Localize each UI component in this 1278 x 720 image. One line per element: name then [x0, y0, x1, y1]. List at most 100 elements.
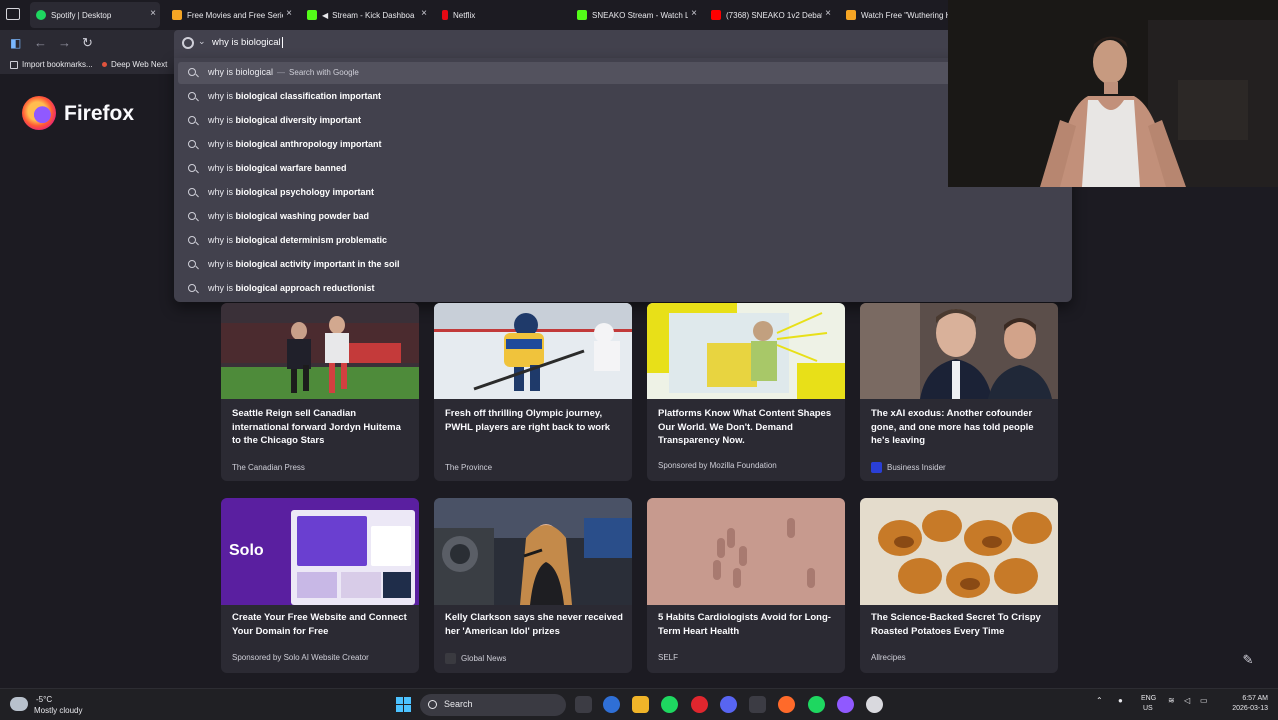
suggestion-completion: biological diversity important: [235, 115, 362, 125]
suggestion-item[interactable]: why is biological classification importa…: [178, 86, 1068, 108]
taskbar: -5°C Mostly cloudy Search ⌃ ● ENG US ≋ ◁…: [0, 688, 1278, 720]
tab-wuthering[interactable]: Watch Free "Wuthering H: [840, 2, 950, 28]
chrome-icon[interactable]: [866, 696, 883, 713]
business-insider-icon: [871, 462, 882, 473]
firefox-taskbar-icon[interactable]: [778, 696, 795, 713]
windows-start-icon[interactable]: [396, 697, 411, 712]
close-icon[interactable]: ×: [286, 9, 292, 19]
tab-list-icon[interactable]: [6, 8, 20, 20]
story-card[interactable]: The xAI exodus: Another cofounder gone, …: [860, 303, 1058, 481]
search-icon: [188, 236, 196, 244]
opera-icon[interactable]: [691, 696, 708, 713]
close-icon[interactable]: ×: [150, 9, 156, 19]
chevron-down-icon[interactable]: ⌄: [198, 36, 206, 47]
search-icon: [188, 212, 196, 220]
suggestion-text: why is biological: [208, 67, 274, 77]
volume-icon[interactable]: ◁: [1184, 696, 1190, 705]
story-source: Global News: [461, 654, 507, 663]
obs-icon[interactable]: [749, 696, 766, 713]
story-title[interactable]: Fresh off thrilling Olympic journey, PWH…: [445, 407, 623, 434]
bookmark-label: Import bookmarks...: [22, 60, 93, 69]
suggestion-item[interactable]: why is biological warfare banned: [178, 158, 1068, 180]
pills-photo: [647, 498, 845, 605]
task-view-icon[interactable]: [575, 696, 592, 713]
url-bar[interactable]: ⌄ why is biological: [174, 30, 1072, 58]
language-region[interactable]: US: [1143, 705, 1153, 712]
reload-icon[interactable]: ↻: [82, 36, 93, 50]
webcam-overlay: [948, 0, 1278, 187]
tab-netflix[interactable]: Netflix: [436, 2, 566, 28]
clock-date[interactable]: 2026-03-13: [1222, 705, 1268, 712]
solo-ad: Solo: [221, 498, 419, 605]
suggestion-item[interactable]: why is biological — Search with Google: [178, 62, 1068, 84]
discord-icon[interactable]: [720, 696, 737, 713]
language-code[interactable]: ENG: [1141, 695, 1156, 702]
copilot-icon[interactable]: [603, 696, 620, 713]
story-card[interactable]: 5 Habits Cardiologists Avoid for Long-Te…: [647, 498, 845, 673]
story-card[interactable]: Fresh off thrilling Olympic journey, PWH…: [434, 303, 632, 481]
story-title[interactable]: Platforms Know What Content Shapes Our W…: [658, 407, 836, 448]
back-icon[interactable]: ←: [34, 36, 47, 50]
battery-icon[interactable]: ▭: [1200, 696, 1208, 705]
story-source: The Canadian Press: [232, 463, 305, 472]
sidebar-icon[interactable]: ◧: [10, 36, 21, 50]
clock-time[interactable]: 6:57 AM: [1232, 695, 1268, 702]
close-icon[interactable]: ×: [421, 9, 427, 19]
suggestion-item[interactable]: why is biological anthropology important: [178, 134, 1068, 156]
tab-spotify[interactable]: Spotify | Desktop ×: [30, 2, 160, 28]
forward-icon[interactable]: →: [58, 36, 71, 50]
suggestion-prefix: why is: [208, 187, 236, 197]
story-title[interactable]: The xAI exodus: Another cofounder gone, …: [871, 407, 1049, 448]
search-icon: [188, 164, 196, 172]
suggestion-item[interactable]: why is biological diversity important: [178, 110, 1068, 132]
chevron-up-icon[interactable]: ⌃: [1096, 696, 1103, 705]
story-card[interactable]: Kelly Clarkson says she never received h…: [434, 498, 632, 673]
suggestion-separator: —: [277, 68, 286, 77]
story-card[interactable]: Seattle Reign sell Canadian internationa…: [221, 303, 419, 481]
story-title[interactable]: The Science-Backed Secret To Crispy Roas…: [871, 611, 1049, 638]
story-title[interactable]: 5 Habits Cardiologists Avoid for Long-Te…: [658, 611, 836, 638]
soccer-photo: [221, 303, 419, 399]
story-card[interactable]: The Science-Backed Secret To Crispy Roas…: [860, 498, 1058, 673]
bookmark-import[interactable]: Import bookmarks...: [10, 60, 93, 69]
suggestion-completion: biological anthropology important: [235, 139, 382, 149]
search-engine-icon[interactable]: [182, 37, 194, 49]
kick-icon: [307, 10, 317, 20]
speaker-icon[interactable]: ◀: [322, 11, 328, 20]
suggestion-completion: biological warfare banned: [235, 163, 347, 173]
suggestion-item[interactable]: why is biological approach reductionist: [178, 278, 1068, 300]
tab-youtube[interactable]: (7368) SNEAKO 1v2 Debat ×: [705, 2, 835, 28]
story-title[interactable]: Create Your Free Website and Connect You…: [232, 611, 410, 638]
app-purple-icon[interactable]: [837, 696, 854, 713]
suggestion-item[interactable]: why is biological washing powder bad: [178, 206, 1068, 228]
story-source: Sponsored by Solo AI Website Creator: [232, 653, 369, 662]
close-icon[interactable]: ×: [825, 9, 831, 19]
taskbar-search-label: Search: [444, 699, 473, 709]
story-title[interactable]: Seattle Reign sell Canadian internationa…: [232, 407, 410, 448]
tab-label: Netflix: [453, 10, 476, 20]
story-title[interactable]: Kelly Clarkson says she never received h…: [445, 611, 623, 638]
tab-kick-dashboard[interactable]: ◀ Stream - Kick Dashboa ×: [301, 2, 431, 28]
solo-logo-text: Solo: [229, 542, 264, 559]
tab-sneako-stream[interactable]: SNEAKO Stream - Watch Li ×: [571, 2, 701, 28]
suggestion-item[interactable]: why is biological activity important in …: [178, 254, 1068, 276]
wifi-icon[interactable]: ≋: [1168, 696, 1175, 705]
search-icon: [188, 116, 196, 124]
story-card[interactable]: Solo Create Your Free Website and Connec…: [221, 498, 419, 673]
tab-label: Free Movies and Free Serie: [187, 10, 283, 20]
suggestion-item[interactable]: why is biological determinism problemati…: [178, 230, 1068, 252]
url-input[interactable]: why is biological: [212, 37, 612, 48]
spotify-alt-icon[interactable]: [808, 696, 825, 713]
edit-pencil-icon[interactable]: ✎: [1238, 650, 1258, 670]
close-icon[interactable]: ×: [691, 9, 697, 19]
tab-free-movies[interactable]: Free Movies and Free Serie ×: [166, 2, 296, 28]
suggestion-item[interactable]: why is biological psychology important: [178, 182, 1068, 204]
story-card[interactable]: Platforms Know What Content Shapes Our W…: [647, 303, 845, 481]
microphone-icon[interactable]: ●: [1118, 696, 1123, 705]
bookmark-deep-web-next[interactable]: Deep Web Next: [102, 60, 167, 69]
file-explorer-icon[interactable]: [632, 696, 649, 713]
import-icon: [10, 60, 18, 69]
tab-label: Spotify | Desktop: [51, 10, 112, 20]
taskbar-search[interactable]: Search: [420, 694, 566, 716]
spotify-icon[interactable]: [661, 696, 678, 713]
